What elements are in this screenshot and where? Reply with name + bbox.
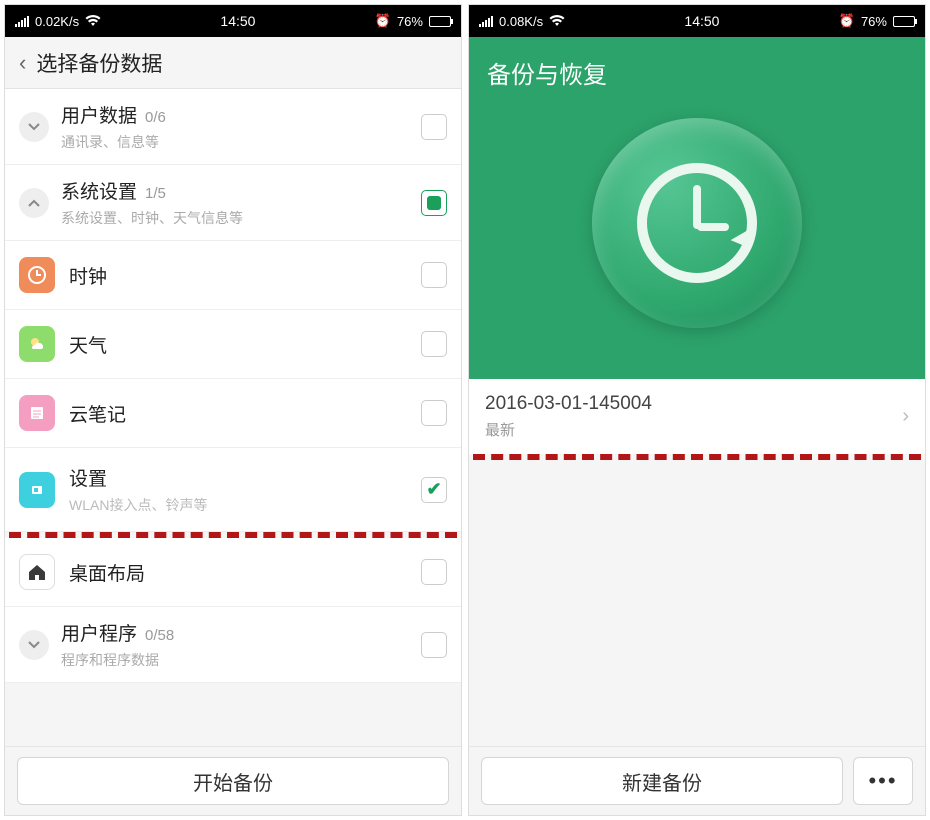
restore-clock-icon — [592, 118, 802, 328]
notes-app-icon — [19, 395, 55, 431]
item-label: 设置 — [69, 464, 421, 491]
bottom-bar: 开始备份 — [5, 746, 461, 815]
group-user-data[interactable]: 用户数据 0/6 通讯录、信息等 — [5, 89, 461, 165]
header-bar: ‹ 选择备份数据 — [5, 37, 461, 89]
phone-left: 0.02K/s 14:50 ⏰ 76% ‹ 选择备份数据 — [4, 4, 462, 816]
battery-icon — [429, 16, 451, 27]
item-label: 云笔记 — [69, 400, 421, 427]
new-backup-button[interactable]: 新建备份 — [481, 757, 843, 805]
group-title: 用户程序 — [61, 624, 137, 645]
group-system-settings[interactable]: 系统设置 1/5 系统设置、时钟、天气信息等 — [5, 165, 461, 241]
group-title: 系统设置 — [61, 182, 137, 203]
item-weather[interactable]: 天气 — [5, 310, 461, 379]
alarm-icon: ⏰ — [375, 13, 391, 29]
status-bar: 0.08K/s 14:50 ⏰ 76% — [469, 5, 925, 37]
phone-right: 0.08K/s 14:50 ⏰ 76% 备份与恢复 2016-03-01-145… — [468, 4, 926, 816]
settings-app-icon — [19, 472, 55, 508]
group-checkbox[interactable] — [421, 632, 447, 658]
item-checkbox[interactable] — [421, 559, 447, 585]
backup-tag: 最新 — [485, 419, 902, 440]
item-label: 桌面布局 — [69, 559, 421, 586]
group-count: 1/5 — [145, 185, 166, 202]
page-title: 备份与恢复 — [469, 55, 607, 90]
item-checkbox[interactable] — [421, 400, 447, 426]
group-count: 0/6 — [145, 109, 166, 126]
group-user-apps[interactable]: 用户程序 0/58 程序和程序数据 — [5, 607, 461, 683]
status-time: 14:50 — [220, 13, 255, 29]
chevron-right-icon: › — [902, 405, 909, 428]
empty-area — [469, 460, 925, 746]
hero-panel: 备份与恢复 — [469, 37, 925, 379]
chevron-down-icon[interactable] — [19, 630, 49, 660]
group-subtitle: 通讯录、信息等 — [61, 132, 421, 152]
clock-app-icon — [19, 257, 55, 293]
battery-pct: 76% — [861, 14, 887, 29]
group-subtitle: 系统设置、时钟、天气信息等 — [61, 208, 421, 228]
group-checkbox[interactable] — [421, 190, 447, 216]
net-speed: 0.08K/s — [499, 14, 543, 29]
more-button[interactable]: ••• — [853, 757, 913, 805]
status-time: 14:50 — [684, 13, 719, 29]
group-title: 用户数据 — [61, 106, 137, 127]
group-count: 0/58 — [145, 627, 174, 644]
group-subtitle: 程序和程序数据 — [61, 650, 421, 670]
back-icon[interactable]: ‹ — [13, 46, 32, 80]
wifi-icon — [85, 15, 101, 27]
item-checkbox-checked[interactable]: ✔ — [421, 477, 447, 503]
page-title: 选择备份数据 — [36, 48, 162, 78]
backup-entry[interactable]: 2016-03-01-145004 最新 › — [469, 379, 925, 454]
net-speed: 0.02K/s — [35, 14, 79, 29]
bottom-bar: 新建备份 ••• — [469, 746, 925, 815]
signal-icon — [15, 16, 29, 27]
item-notes[interactable]: 云笔记 — [5, 379, 461, 448]
wifi-icon — [549, 15, 565, 27]
item-settings[interactable]: 设置 WLAN接入点、铃声等 ✔ — [5, 448, 461, 532]
item-label: 天气 — [69, 331, 421, 358]
item-subtitle: WLAN接入点、铃声等 — [69, 495, 421, 515]
item-label: 时钟 — [69, 262, 421, 289]
weather-app-icon — [19, 326, 55, 362]
home-app-icon — [19, 554, 55, 590]
battery-pct: 76% — [397, 14, 423, 29]
chevron-down-icon[interactable] — [19, 112, 49, 142]
alarm-icon: ⏰ — [839, 13, 855, 29]
item-clock[interactable]: 时钟 — [5, 241, 461, 310]
item-launcher[interactable]: 桌面布局 — [5, 538, 461, 607]
group-checkbox[interactable] — [421, 114, 447, 140]
backup-select-list: 用户数据 0/6 通讯录、信息等 系统设置 1/5 系统设置、时钟、天气信息等 — [5, 89, 461, 746]
item-checkbox[interactable] — [421, 262, 447, 288]
item-checkbox[interactable] — [421, 331, 447, 357]
chevron-up-icon[interactable] — [19, 188, 49, 218]
status-bar: 0.02K/s 14:50 ⏰ 76% — [5, 5, 461, 37]
signal-icon — [479, 16, 493, 27]
backup-name: 2016-03-01-145004 — [485, 393, 902, 415]
start-backup-button[interactable]: 开始备份 — [17, 757, 449, 805]
battery-icon — [893, 16, 915, 27]
